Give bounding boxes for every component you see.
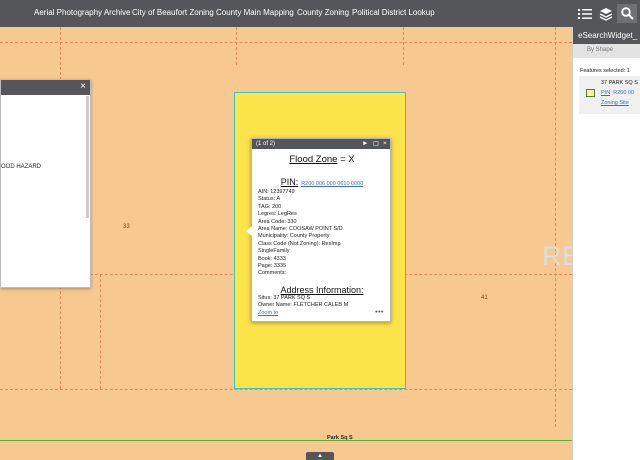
tab-by-shape[interactable]: By Shape bbox=[573, 44, 640, 58]
pin-label: PIN: bbox=[280, 177, 299, 187]
next-record-icon[interactable]: ► bbox=[362, 140, 368, 147]
features-selected-count: Features selected: 1 bbox=[580, 68, 630, 74]
list-icon[interactable] bbox=[575, 4, 595, 23]
attribute-line: Situs: 37 PARK SQ S bbox=[258, 294, 311, 301]
pin-link[interactable]: R200 006 000 0610 0000 bbox=[301, 181, 363, 187]
more-options-icon[interactable]: ••• bbox=[375, 309, 384, 316]
left-panel-text: OOD HAZARD bbox=[1, 164, 42, 170]
attribute-line: Book: 4333 bbox=[258, 255, 286, 262]
layers-icon[interactable] bbox=[596, 4, 616, 23]
popup-pointer bbox=[246, 226, 252, 236]
nav-link-political-district-lookup[interactable]: Political District Lookup bbox=[352, 8, 435, 17]
pin-heading: PIN: R200 006 000 0610 0000 bbox=[258, 177, 386, 187]
nav-link-city-of-beaufort-zoning[interactable]: City of Beaufort Zoning bbox=[132, 8, 214, 17]
attribute-line: Legres: LegRes bbox=[258, 211, 297, 218]
attribute-line: TAG: 200 bbox=[258, 203, 282, 210]
result-pin-label[interactable]: PIN bbox=[601, 90, 610, 96]
parcel-boundary-line bbox=[0, 42, 572, 43]
attribute-line: Class Code (Not Zoning): ResImp bbox=[258, 240, 341, 247]
nav-link-county-main-mapping[interactable]: County Main Mapping bbox=[216, 8, 294, 17]
flood-zone-value: = X bbox=[337, 154, 355, 165]
attribute-line: Municipality: County Property bbox=[258, 233, 330, 240]
left-panel-scrollbar[interactable] bbox=[86, 96, 89, 218]
left-info-panel: × OOD HAZARD bbox=[0, 79, 91, 288]
bottom-panel-toggle[interactable]: ▲ bbox=[306, 452, 334, 460]
attribute-line: SingleFamily bbox=[258, 248, 290, 255]
result-address: 37 PARK SQ S bbox=[601, 80, 638, 86]
top-nav-bar: Aerial Photography Archive City of Beauf… bbox=[0, 0, 640, 27]
close-icon[interactable]: × bbox=[80, 81, 86, 92]
popup-record-count: (1 of 2) bbox=[256, 140, 276, 147]
attribute-line: AIN: 12397749 bbox=[258, 189, 295, 195]
street-line bbox=[0, 440, 572, 441]
widget-header: eSearchWidget_ bbox=[573, 27, 640, 44]
nav-link-county-zoning[interactable]: County Zoning bbox=[297, 8, 349, 17]
left-panel-header: × bbox=[1, 80, 90, 95]
attribute-line: Owner Name: FLETCHER CALEB M bbox=[258, 302, 349, 309]
street-label: Park Sq S bbox=[327, 435, 353, 441]
popup-footer: Zoom to ••• bbox=[258, 309, 386, 318]
parcel-boundary-line bbox=[555, 27, 556, 427]
parcel-attributes: AIN: 12397749 Status: A TAG: 200 Legres:… bbox=[258, 189, 386, 278]
lot-number-label: 41 bbox=[481, 295, 488, 301]
close-icon[interactable]: × bbox=[383, 140, 387, 147]
attribute-line: Comments: bbox=[258, 270, 287, 277]
tab-label: By Shape bbox=[587, 47, 614, 53]
result-pin[interactable]: PIN: R200 00 bbox=[601, 90, 634, 96]
watermark: REside bbox=[542, 241, 572, 271]
attribute-line: Area Name: COOSAW POINT S/D bbox=[258, 226, 343, 233]
address-attributes: Situs: 37 PARK SQ S Owner Name: FLETCHER… bbox=[258, 295, 386, 310]
widget-title: eSearchWidget_ bbox=[578, 31, 638, 40]
parcel-boundary-line bbox=[100, 274, 101, 389]
parcel-boundary-line bbox=[403, 27, 404, 65]
flood-zone-label: Flood Zone bbox=[289, 154, 338, 165]
result-pin-value: : R200 00 bbox=[610, 90, 635, 96]
address-heading: Address Information: bbox=[280, 284, 364, 295]
attribute-line: Status: A bbox=[258, 196, 281, 203]
parcel-boundary-line bbox=[0, 389, 572, 390]
search-icon[interactable] bbox=[617, 4, 637, 23]
flood-zone-heading: Flood Zone = X bbox=[258, 154, 386, 165]
popup-body: Flood Zone = X PIN: R200 006 000 0610 000… bbox=[258, 150, 386, 312]
lot-number-label: 33 bbox=[123, 224, 130, 230]
attribute-line: Page: 3335 bbox=[258, 263, 287, 270]
parcel-boundary-line bbox=[236, 27, 237, 65]
popup-header: (1 of 2) ► ☐ × bbox=[252, 139, 390, 149]
result-item[interactable]: 37 PARK SQ S PIN: R200 00 Zoning Site bbox=[579, 76, 640, 114]
zoom-to-link[interactable]: Zoom to bbox=[258, 310, 278, 316]
nav-link-aerial-photography-archive[interactable]: Aerial Photography Archive bbox=[34, 8, 131, 17]
maximize-icon[interactable]: ☐ bbox=[373, 140, 379, 148]
attribute-line: Area Code: 330 bbox=[258, 218, 297, 225]
esearch-widget-panel: eSearchWidget_ By Shape Features selecte… bbox=[572, 27, 640, 460]
zoning-site-link[interactable]: Zoning Site bbox=[601, 100, 629, 106]
identify-popup: (1 of 2) ► ☐ × Flood Zone = X PIN: R200 0… bbox=[246, 138, 391, 322]
polygon-icon bbox=[586, 89, 595, 97]
